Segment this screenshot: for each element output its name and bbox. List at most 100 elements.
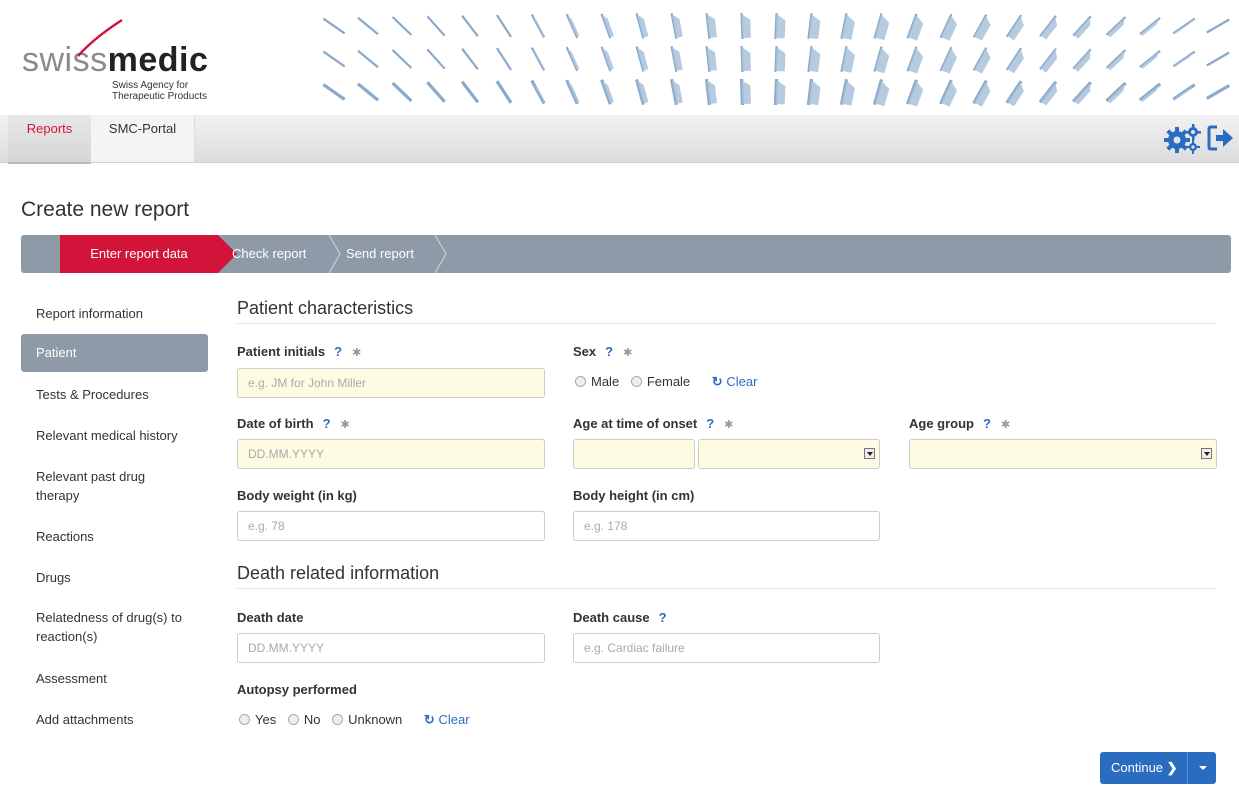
pattern-mark xyxy=(669,78,683,106)
sidebar-item-assessment[interactable]: Assessment xyxy=(21,669,208,688)
label-text: Patient initials xyxy=(237,344,326,359)
sidebar-item-add-attachments[interactable]: Add attachments xyxy=(21,710,208,729)
help-icon[interactable]: ? xyxy=(706,416,714,431)
sidebar-item-relatedness[interactable]: Relatedness of drug(s) to reaction(s) xyxy=(21,608,208,646)
chevron-down-icon[interactable] xyxy=(1201,448,1212,459)
continue-label-wrap[interactable]: Continue ❯ xyxy=(1111,752,1178,784)
label-autopsy: Autopsy performed xyxy=(237,682,357,697)
sidebar-item-past-drug-therapy[interactable]: Relevant past drug therapy xyxy=(21,467,191,505)
help-icon[interactable]: ? xyxy=(323,416,331,431)
pattern-mark xyxy=(635,79,649,105)
pattern-mark xyxy=(1039,15,1058,40)
pattern-mark xyxy=(496,14,512,38)
step-enter-report-data: Enter report data xyxy=(60,235,237,273)
pattern-mark xyxy=(565,79,580,105)
death-cause-input[interactable]: e.g. Cardiac failure xyxy=(573,633,880,663)
sidebar-item-patient[interactable]: Patient xyxy=(21,334,208,372)
radio-unknown[interactable]: Unknown xyxy=(332,712,402,727)
pattern-mark xyxy=(495,80,513,104)
chevron-right-icon: ❯ xyxy=(1166,760,1178,775)
nav-tab-reports[interactable]: Reports xyxy=(8,115,91,164)
sidebar-item-report-information[interactable]: Report information xyxy=(21,304,208,323)
label-age-at-onset: Age at time of onset? ✱ xyxy=(573,416,733,431)
death-date-input[interactable]: DD.MM.YYYY xyxy=(237,633,545,663)
required-icon: ✱ xyxy=(352,347,362,359)
radio-yes[interactable]: Yes xyxy=(239,712,276,727)
refresh-icon: ↻ xyxy=(711,374,723,389)
body-weight-input[interactable]: e.g. 78 xyxy=(237,511,545,541)
pattern-mark xyxy=(391,49,413,69)
radio-label: No xyxy=(303,712,321,727)
pattern-mark xyxy=(322,17,346,35)
caret-down-icon[interactable] xyxy=(1199,766,1207,770)
age-group-select[interactable] xyxy=(909,439,1217,469)
logout-icon[interactable] xyxy=(1207,121,1235,155)
help-icon[interactable]: ? xyxy=(605,344,613,359)
pattern-mark xyxy=(807,45,821,73)
step-check-report: Check report xyxy=(232,246,307,261)
sidebar-item-reactions[interactable]: Reactions xyxy=(21,527,208,546)
pattern-mark xyxy=(530,79,546,105)
pattern-mark xyxy=(873,46,890,74)
pattern-mark xyxy=(1005,14,1024,41)
help-icon[interactable]: ? xyxy=(659,610,667,625)
body-height-input[interactable]: e.g. 178 xyxy=(573,511,880,541)
top-navbar: Reports SMC-Portal xyxy=(0,115,1239,164)
sidebar-item-medical-history[interactable]: Relevant medical history xyxy=(21,426,208,445)
pattern-mark xyxy=(906,13,924,41)
pattern-mark xyxy=(840,13,855,40)
date-of-birth-input[interactable]: DD.MM.YYYY xyxy=(237,439,545,469)
pattern-mark xyxy=(972,79,991,107)
swissmedic-logo[interactable]: swissmedic Swiss Agency for Therapeutic … xyxy=(22,18,208,102)
pattern-mark xyxy=(972,47,991,74)
radio-circle-icon[interactable] xyxy=(287,714,299,725)
pattern-mark xyxy=(391,81,413,103)
nav-tab-smc-portal[interactable]: SMC-Portal xyxy=(91,115,195,162)
sidebar-item-tests-procedures[interactable]: Tests & Procedures xyxy=(21,385,208,404)
radio-male[interactable]: Male xyxy=(575,374,619,389)
continue-button[interactable]: Continue ❯ xyxy=(1100,752,1216,784)
radio-no[interactable]: No xyxy=(287,712,321,727)
required-icon: ✱ xyxy=(724,419,734,431)
label-body-weight: Body weight (in kg) xyxy=(237,488,357,503)
chevron-down-icon[interactable] xyxy=(864,448,875,459)
clear-autopsy-link[interactable]: ↻ Clear xyxy=(424,712,470,727)
radio-circle-icon[interactable] xyxy=(239,714,250,725)
pattern-mark xyxy=(939,46,957,74)
pattern-mark xyxy=(906,79,924,107)
pattern-mark xyxy=(530,47,546,71)
help-icon[interactable]: ? xyxy=(983,416,991,431)
section-divider xyxy=(237,588,1215,589)
pattern-mark xyxy=(357,49,379,69)
pattern-mark xyxy=(774,12,786,40)
age-unit-select[interactable] xyxy=(698,439,880,469)
pattern-mark xyxy=(739,78,751,106)
pattern-mark xyxy=(806,78,821,106)
radio-circle-icon[interactable] xyxy=(630,376,642,387)
pattern-mark xyxy=(565,13,580,39)
step-separator-icon xyxy=(434,235,447,273)
sidebar-item-drugs[interactable]: Drugs xyxy=(21,568,208,587)
pattern-mark xyxy=(740,45,751,73)
autopsy-radio-group: Yes No Unknown ↻ Clear xyxy=(239,712,470,728)
pattern-mark xyxy=(426,48,446,70)
radio-female[interactable]: Female xyxy=(630,374,690,389)
label-text: Age group xyxy=(909,416,974,431)
settings-gears-icon[interactable] xyxy=(1163,121,1203,155)
clear-sex-link[interactable]: ↻ Clear xyxy=(712,374,758,389)
pattern-mark xyxy=(1206,51,1230,67)
pattern-mark xyxy=(600,46,614,72)
logo-subtitle-line-1: Swiss Agency for xyxy=(112,80,189,91)
pattern-mark xyxy=(1172,17,1196,35)
patient-initials-input[interactable]: e.g. JM for John Miller xyxy=(237,368,545,398)
logo-swoosh-icon xyxy=(77,18,123,57)
radio-circle-icon[interactable] xyxy=(332,714,344,725)
section-divider xyxy=(237,323,1215,324)
help-icon[interactable]: ? xyxy=(334,344,342,359)
continue-label: Continue xyxy=(1111,760,1164,775)
pattern-mark xyxy=(356,82,380,102)
age-at-onset-input[interactable] xyxy=(573,439,695,469)
label-text: Date of birth xyxy=(237,416,314,431)
pattern-mark xyxy=(530,14,546,38)
radio-circle-icon[interactable] xyxy=(575,376,586,387)
